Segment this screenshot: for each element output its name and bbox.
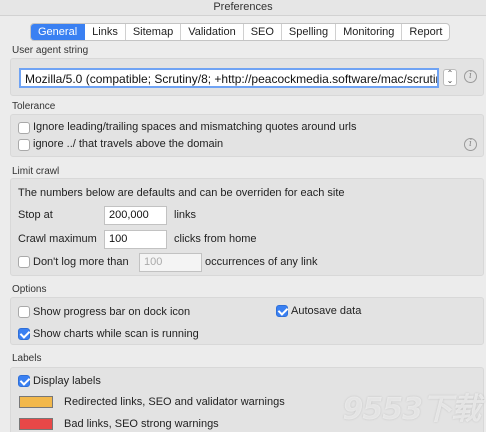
display-labels-checkbox[interactable]	[18, 375, 30, 387]
tab-sitemap[interactable]: Sitemap	[126, 24, 182, 40]
tab-general[interactable]: General	[31, 24, 86, 40]
display-labels-label: Display labels	[33, 375, 101, 387]
ignore-above-domain-label: ignore ../ that travels above the domain	[33, 138, 224, 150]
ignore-spaces-label: Ignore leading/trailing spaces and misma…	[33, 121, 357, 133]
progress-bar-checkbox[interactable]	[18, 306, 30, 318]
dont-log-checkbox[interactable]	[18, 256, 30, 268]
user-agent-field[interactable]: Mozilla/5.0 (compatible; Scrutiny/8; +ht…	[19, 68, 439, 88]
tolerance-panel: Ignore leading/trailing spaces and misma…	[10, 114, 484, 157]
show-charts-label: Show charts while scan is running	[33, 328, 199, 340]
crawl-max-field[interactable]: 100	[104, 230, 167, 249]
watermark-logo: 9553下载	[342, 392, 481, 427]
tab-links[interactable]: Links	[85, 24, 126, 40]
options-section-label: Options	[12, 284, 47, 295]
autosave-label: Autosave data	[291, 305, 362, 317]
progress-bar-label: Show progress bar on dock icon	[33, 306, 191, 318]
user-agent-stepper[interactable]: ⌃ ⌄	[443, 69, 457, 86]
redirect-color-swatch[interactable]	[19, 396, 53, 408]
tab-validation[interactable]: Validation	[181, 24, 244, 40]
user-agent-panel: Mozilla/5.0 (compatible; Scrutiny/8; +ht…	[10, 58, 484, 96]
tab-report[interactable]: Report	[402, 24, 449, 40]
preferences-tabs: General Links Sitemap Validation SEO Spe…	[30, 23, 451, 41]
tolerance-info-icon[interactable]: i	[464, 138, 477, 151]
user-agent-info-icon[interactable]: i	[464, 70, 477, 83]
labels-section-label: Labels	[12, 353, 42, 364]
tab-spelling[interactable]: Spelling	[282, 24, 337, 40]
stop-at-label: Stop at	[18, 209, 53, 221]
ignore-spaces-checkbox[interactable]	[18, 122, 30, 134]
limit-crawl-section-label: Limit crawl	[12, 166, 60, 177]
dont-log-unit: occurrences of any link	[205, 256, 318, 268]
window-titlebar: Preferences	[0, 0, 486, 16]
autosave-checkbox[interactable]	[276, 305, 288, 317]
redirect-label: Redirected links, SEO and validator warn…	[64, 396, 285, 408]
limit-crawl-panel: The numbers below are defaults and can b…	[10, 178, 484, 276]
bad-links-color-swatch[interactable]	[19, 418, 53, 430]
tab-seo[interactable]: SEO	[244, 24, 282, 40]
limit-crawl-description: The numbers below are defaults and can b…	[18, 187, 345, 199]
tab-monitoring[interactable]: Monitoring	[336, 24, 403, 40]
tolerance-section-label: Tolerance	[12, 101, 56, 112]
ignore-above-domain-checkbox[interactable]	[18, 139, 30, 151]
stop-at-unit: links	[174, 209, 197, 221]
crawl-max-unit: clicks from home	[174, 233, 257, 245]
dont-log-field[interactable]: 100	[139, 253, 202, 272]
dont-log-label: Don't log more than	[33, 256, 129, 268]
show-charts-checkbox[interactable]	[18, 328, 30, 340]
bad-links-label: Bad links, SEO strong warnings	[64, 418, 219, 430]
options-panel: Show progress bar on dock icon Autosave …	[10, 297, 484, 345]
user-agent-section-label: User agent string	[12, 45, 89, 56]
stop-at-field[interactable]: 200,000	[104, 206, 167, 225]
crawl-max-label: Crawl maximum	[18, 233, 97, 245]
window-title: Preferences	[213, 1, 273, 13]
